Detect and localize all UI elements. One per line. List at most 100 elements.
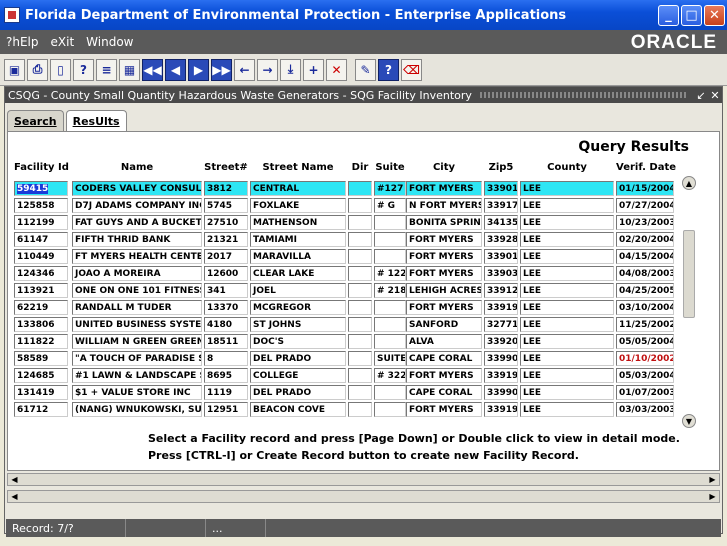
cell-city[interactable]: FORT MYERS (406, 300, 482, 315)
cell-street-name[interactable]: MATHENSON (250, 215, 346, 230)
cell-county[interactable]: LEE (520, 402, 614, 417)
cell-name[interactable]: UNITED BUSINESS SYSTEM (72, 317, 202, 332)
cell-verif-date[interactable]: 01/10/2002 (616, 351, 674, 366)
cell-street-num[interactable]: 5745 (204, 198, 248, 213)
cell-dir[interactable] (348, 198, 372, 213)
next-record-icon[interactable]: ▶ (188, 58, 209, 81)
cell-suite[interactable]: # 122 (374, 266, 406, 281)
cell-zip5[interactable]: 33920 (484, 334, 518, 349)
cell-suite[interactable] (374, 232, 406, 247)
cell-suite[interactable] (374, 215, 406, 230)
cell-zip5[interactable]: 33912 (484, 283, 518, 298)
cell-facility-id[interactable]: 111822 (14, 334, 68, 349)
cell-street-name[interactable]: DOC'S (250, 334, 346, 349)
cell-verif-date[interactable]: 03/10/2004 (616, 300, 674, 315)
cell-name[interactable]: $1 + VALUE STORE INC (72, 385, 202, 400)
cell-facility-id[interactable]: 58589 (14, 351, 68, 366)
cell-county[interactable]: LEE (520, 181, 614, 196)
menu-exit[interactable]: eXit (45, 35, 81, 49)
cell-street-num[interactable]: 2017 (204, 249, 248, 264)
cell-street-name[interactable]: MARAVILLA (250, 249, 346, 264)
cell-street-num[interactable]: 8 (204, 351, 248, 366)
cell-verif-date[interactable]: 03/03/2003 (616, 402, 674, 417)
clear-icon[interactable]: ⌫ (401, 58, 422, 81)
cell-facility-id[interactable]: 61712 (14, 402, 68, 417)
cell-city[interactable]: FORT MYERS (406, 402, 482, 417)
cell-facility-id[interactable]: 62219 (14, 300, 68, 315)
cell-street-name[interactable]: DEL PRADO (250, 351, 346, 366)
cell-name[interactable]: FIFTH THRID BANK (72, 232, 202, 247)
cell-zip5[interactable]: 33928 (484, 232, 518, 247)
cell-zip5[interactable]: 32771 (484, 317, 518, 332)
cell-facility-id[interactable]: 110449 (14, 249, 68, 264)
tab-results[interactable]: ResUlts (65, 110, 127, 132)
cell-suite[interactable] (374, 249, 406, 264)
scroll-left-icon[interactable]: ◀ (9, 474, 20, 485)
cell-county[interactable]: LEE (520, 334, 614, 349)
first-record-icon[interactable]: ◀◀ (142, 58, 163, 81)
cell-dir[interactable] (348, 181, 372, 196)
cell-facility-id[interactable]: 125858 (14, 198, 68, 213)
cell-facility-id[interactable]: 61147 (14, 232, 68, 247)
cell-city[interactable]: FORT MYERS (406, 232, 482, 247)
cell-verif-date[interactable]: 05/05/2004 (616, 334, 674, 349)
cell-suite[interactable] (374, 317, 406, 332)
query-icon[interactable]: ? (73, 58, 94, 81)
cell-name[interactable]: (NANG) WNUKOWSKI, SUW/ (72, 402, 202, 417)
cell-dir[interactable] (348, 300, 372, 315)
cell-verif-date[interactable]: 02/20/2004 (616, 232, 674, 247)
cell-verif-date[interactable]: 07/27/2004 (616, 198, 674, 213)
window-scroll-left-icon[interactable]: ◀ (9, 491, 20, 502)
cell-facility-id[interactable]: 113921 (14, 283, 68, 298)
cell-dir[interactable] (348, 385, 372, 400)
cell-city[interactable]: FORT MYERS (406, 368, 482, 383)
cell-suite[interactable]: #127 (374, 181, 406, 196)
cell-street-name[interactable]: COLLEGE (250, 368, 346, 383)
cell-name[interactable]: FT MYERS HEALTH CENTEI (72, 249, 202, 264)
cell-street-num[interactable]: 18511 (204, 334, 248, 349)
cell-name[interactable]: D7J ADAMS COMPANY INC (72, 198, 202, 213)
cell-zip5[interactable]: 33903 (484, 266, 518, 281)
cell-zip5[interactable]: 33919 (484, 368, 518, 383)
cell-name[interactable]: JOAO A MOREIRA (72, 266, 202, 281)
scroll-up-icon[interactable]: ▲ (682, 176, 696, 190)
cell-zip5[interactable]: 33901 (484, 249, 518, 264)
cell-facility-id[interactable]: 59415 (14, 181, 68, 196)
cell-street-num[interactable]: 12951 (204, 402, 248, 417)
cell-county[interactable]: LEE (520, 368, 614, 383)
cell-county[interactable]: LEE (520, 351, 614, 366)
cell-street-name[interactable]: JOEL (250, 283, 346, 298)
cell-street-num[interactable]: 12600 (204, 266, 248, 281)
cell-suite[interactable]: # G (374, 198, 406, 213)
cell-street-name[interactable]: TAMIAMI (250, 232, 346, 247)
cell-zip5[interactable]: 33901 (484, 181, 518, 196)
cell-zip5[interactable]: 34135 (484, 215, 518, 230)
cell-suite[interactable] (374, 402, 406, 417)
cell-suite[interactable]: # 322 (374, 368, 406, 383)
cell-street-num[interactable]: 4180 (204, 317, 248, 332)
down-icon[interactable]: ⤓ (280, 58, 301, 81)
cell-verif-date[interactable]: 01/15/2004 (616, 181, 674, 196)
cell-street-name[interactable]: ST JOHNS (250, 317, 346, 332)
cell-dir[interactable] (348, 402, 372, 417)
cell-name[interactable]: ONE ON ONE 101 FITNESS A (72, 283, 202, 298)
cell-suite[interactable] (374, 385, 406, 400)
cell-county[interactable]: LEE (520, 249, 614, 264)
exit-door-icon[interactable]: ▯ (50, 58, 71, 81)
window-scroll-right-icon[interactable]: ▶ (707, 491, 718, 502)
horizontal-scrollbar[interactable]: ◀ ▶ (7, 473, 720, 486)
cell-suite[interactable]: # 218 (374, 283, 406, 298)
menu-help[interactable]: ?hElp (0, 35, 45, 49)
cell-street-name[interactable]: CENTRAL (250, 181, 346, 196)
restore-icon[interactable]: ↙ (694, 89, 708, 102)
cell-verif-date[interactable]: 04/08/2003 (616, 266, 674, 281)
cell-city[interactable]: LEHIGH ACRES (406, 283, 482, 298)
list-icon[interactable]: ≡ (96, 58, 117, 81)
cell-city[interactable]: BONITA SPRING (406, 215, 482, 230)
cell-county[interactable]: LEE (520, 385, 614, 400)
cell-name[interactable]: RANDALL M TUDER (72, 300, 202, 315)
cell-facility-id[interactable]: 131419 (14, 385, 68, 400)
cell-facility-id[interactable]: 133806 (14, 317, 68, 332)
cell-name[interactable]: #1 LAWN & LANDSCAPE SE (72, 368, 202, 383)
cell-city[interactable]: FORT MYERS (406, 249, 482, 264)
